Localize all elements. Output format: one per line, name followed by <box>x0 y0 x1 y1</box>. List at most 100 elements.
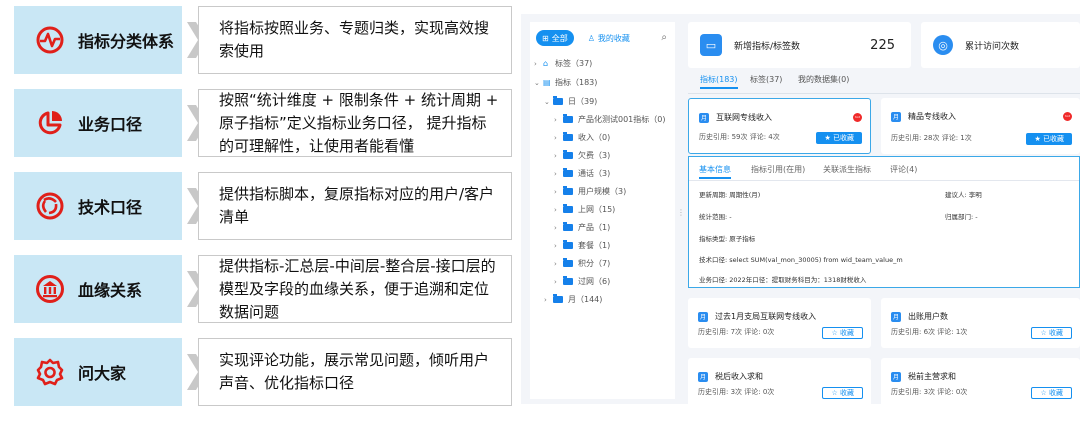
card-meta: 历史引用: 59次 评论: 4次 <box>699 133 780 141</box>
chevron-right-icon[interactable]: › <box>554 278 563 286</box>
splitter-handle[interactable]: ⋮ <box>677 208 685 217</box>
feature-label: 血缘关系 <box>14 255 182 323</box>
grid-icon: ⊞ <box>542 33 549 43</box>
folder-icon <box>563 186 573 195</box>
favorite-button[interactable]: ☆ 收藏 <box>822 327 863 339</box>
chevron-down-icon[interactable]: ⌄ <box>544 98 553 106</box>
tree-node[interactable]: › 过网（6) <box>554 276 610 287</box>
favorite-button[interactable]: ★ 已收藏 <box>816 132 862 144</box>
chevron-right-icon[interactable]: › <box>554 152 563 160</box>
detail-tech-caliber: 技术口径: select SUM(val_mon_30005) from wid… <box>699 256 903 264</box>
tree-node[interactable]: › 欠费（3) <box>554 150 610 161</box>
detail-tab-references[interactable]: 指标引用(在用) <box>751 164 805 175</box>
tree-node[interactable]: › 产品（1) <box>554 222 610 233</box>
tree-node[interactable]: ⌄ ▤ 指标（183) <box>534 77 597 88</box>
aperture-icon <box>34 190 66 222</box>
tree-node[interactable]: › 产品化测试001指标（0) <box>554 114 665 125</box>
compass-icon: ◎ <box>933 35 953 55</box>
tree-node[interactable]: › ⌂ 标签（37) <box>534 58 592 69</box>
tree-node[interactable]: › 通话（3) <box>554 168 610 179</box>
chevron-right-icon[interactable]: › <box>554 134 563 142</box>
chevron-right-icon[interactable]: › <box>554 224 563 232</box>
filter-all-button[interactable]: ⊞ 全部 <box>536 30 574 46</box>
feature-title: 业务口径 <box>78 115 143 134</box>
tab-metrics[interactable]: 指标(183) <box>700 74 738 89</box>
folder-icon <box>563 258 573 267</box>
feature-row: 业务口径 按照“统计维度 + 限制条件 + 统计周期 + 原子指标”定义指标业务… <box>14 89 512 157</box>
content-tabs: 指标(183) 标签(37) 我的数据集(0) <box>688 74 1080 91</box>
metric-card[interactable]: 月互联网专线收入 hot 历史引用: 59次 评论: 4次 ★ 已收藏 <box>688 98 871 154</box>
tree-node[interactable]: › 用户规模（3) <box>554 186 626 197</box>
pulse-icon <box>34 24 66 56</box>
tab-tags[interactable]: 标签(37) <box>750 74 782 85</box>
card-meta: 历史引用: 28次 评论: 1次 <box>891 134 972 142</box>
tree-node-label: 上网（15) <box>578 205 616 214</box>
tree-node-label: 积分（7) <box>578 259 611 268</box>
monthly-badge-icon: 月 <box>699 112 709 123</box>
feature-description: 提供指标脚本，复原指标对应的用户/客户清单 <box>198 172 512 240</box>
tree-node[interactable]: › 套餐（1) <box>554 240 610 251</box>
detail-biz-caliber: 业务口径: 2022年口径：提取财务科目为：1318财税收入 <box>699 276 867 284</box>
card-title: 月税前主营求和 <box>891 371 956 382</box>
metric-detail-panel: 基本信息 指标引用(在用) 关联派生指标 评论(4) 更新周期: 周期性(月) … <box>688 156 1080 288</box>
tree-node-label: 标签（37) <box>555 59 593 68</box>
tree-node[interactable]: › 上网（15) <box>554 204 615 215</box>
tree-node-label: 用户规模（3) <box>578 187 627 196</box>
feature-label: 问大家 <box>14 338 182 406</box>
chevron-right-icon[interactable]: › <box>554 116 563 124</box>
tree-node[interactable]: › 积分（7) <box>554 258 610 269</box>
stat-label: 新增指标/标签数 <box>734 41 801 52</box>
tree-node[interactable]: › 月（144) <box>544 294 602 305</box>
card-meta: 历史引用: 7次 评论: 0次 <box>698 328 775 336</box>
chevron-down-icon[interactable]: ⌄ <box>534 79 543 87</box>
tree-node[interactable]: › 收入（0) <box>554 132 610 143</box>
favorite-button[interactable]: ☆ 收藏 <box>1031 327 1072 339</box>
card-title: 月精品专线收入 <box>891 111 956 122</box>
chevron-right-icon[interactable]: › <box>544 296 553 304</box>
card-meta: 历史引用: 6次 评论: 1次 <box>891 328 968 336</box>
favorite-button[interactable]: ☆ 收藏 <box>1031 387 1072 399</box>
feature-title: 问大家 <box>78 364 127 383</box>
feature-description: 提供指标-汇总层-中间层-整合层-接口层的模型及字段的血缘关系，便于追溯和定位数… <box>198 255 512 323</box>
tree-node-label: 收入（0) <box>578 133 611 142</box>
hot-badge-icon: hot <box>853 113 862 122</box>
feature-label: 指标分类体系 <box>14 6 182 74</box>
detail-tab-comments[interactable]: 评论(4) <box>890 164 917 175</box>
tab-datasets[interactable]: 我的数据集(0) <box>798 74 849 85</box>
filter-favorites-button[interactable]: ♙ 我的收藏 <box>582 30 636 46</box>
card-meta: 历史引用: 3次 评论: 0次 <box>698 388 775 396</box>
folder-icon <box>563 132 573 141</box>
folder-icon <box>563 204 573 213</box>
favorite-button[interactable]: ☆ 收藏 <box>822 387 863 399</box>
chevron-right-icon[interactable]: › <box>554 242 563 250</box>
feature-row: 技术口径 提供指标脚本，复原指标对应的用户/客户清单 <box>14 172 512 240</box>
feature-description: 实现评论功能，展示常见问题，倾听用户声音、优化指标口径 <box>198 338 512 406</box>
feature-description: 按照“统计维度 + 限制条件 + 统计周期 + 原子指标”定义指标业务口径， 提… <box>198 89 512 157</box>
metric-card[interactable]: 月过去1月支局互联网专线收入 历史引用: 7次 评论: 0次 ☆ 收藏 <box>688 298 871 348</box>
detail-tab-basic[interactable]: 基本信息 <box>699 164 731 179</box>
monitor-icon: ▭ <box>700 34 722 56</box>
chevron-right-icon[interactable]: › <box>554 206 563 214</box>
bank-icon <box>34 273 66 305</box>
metric-card[interactable]: 月税前主营求和 历史引用: 3次 评论: 0次 ☆ 收藏 <box>881 358 1080 404</box>
metric-card[interactable]: 月出账用户数 历史引用: 6次 评论: 1次 ☆ 收藏 <box>881 298 1080 348</box>
gear-icon <box>34 356 66 388</box>
detail-tab-derived[interactable]: 关联派生指标 <box>823 164 871 175</box>
card-title: 月出账用户数 <box>891 311 948 322</box>
folder-icon <box>563 222 573 231</box>
tree-node[interactable]: ⌄ 日（39) <box>544 96 597 107</box>
main-content: ▭ 新增指标/标签数 225 ◎ 累计访问次数 指标(183) 标签(37) 我… <box>688 14 1080 404</box>
chevron-right-icon[interactable]: › <box>554 260 563 268</box>
metric-card[interactable]: 月精品专线收入 hot 历史引用: 28次 评论: 1次 ★ 已收藏 <box>881 98 1080 154</box>
tree-node-label: 通话（3) <box>578 169 611 178</box>
chevron-right-icon[interactable]: › <box>554 170 563 178</box>
favorite-button[interactable]: ★ 已收藏 <box>1026 133 1072 145</box>
metric-card[interactable]: 月税后收入求和 历史引用: 3次 评论: 0次 ☆ 收藏 <box>688 358 871 404</box>
detail-proposer: 建议人: 李明 <box>945 191 982 199</box>
card-title: 月互联网专线收入 <box>699 112 772 123</box>
search-icon[interactable]: ⌕ <box>661 32 667 43</box>
tree-node-label: 指标（183) <box>555 78 598 87</box>
chevron-right-icon[interactable]: › <box>554 188 563 196</box>
feature-label: 技术口径 <box>14 172 182 240</box>
chevron-right-icon[interactable]: › <box>534 60 543 68</box>
